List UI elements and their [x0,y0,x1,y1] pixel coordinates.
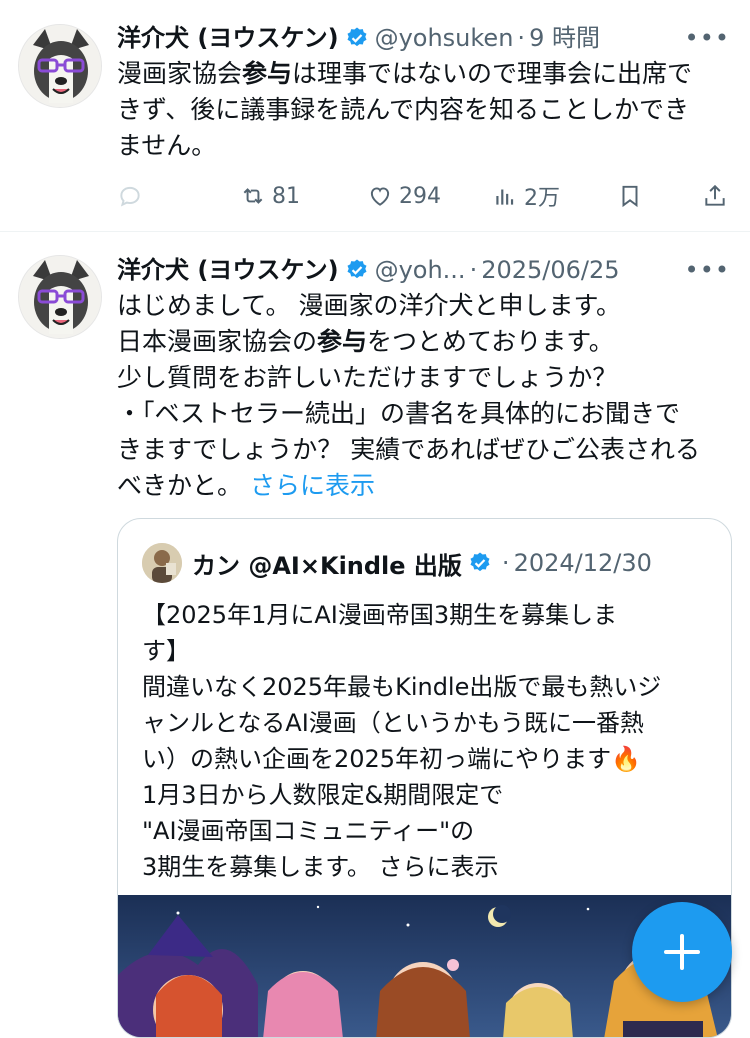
author-handle[interactable]: @yoh... [375,253,466,287]
avatar [142,543,182,583]
more-options-icon[interactable]: ••• [685,253,730,287]
verified-badge-icon [347,259,367,279]
quoted-author-name[interactable]: カン @AI×Kindle 出版 [192,546,462,581]
verified-badge-icon [470,552,490,572]
quoted-line: ャンルとなるAI漫画（というかもう既に一番熱 [142,709,645,737]
separator-dot: · [501,549,510,577]
author-handle[interactable]: @yohsuken [375,21,514,55]
author-name[interactable]: 洋介犬 (ヨウスケン) [117,253,339,287]
verified-badge-icon [347,27,367,47]
analytics-icon [496,189,514,205]
tweet-text: はじめまして。 漫画家の洋介犬と申します。 日本漫画家協会の参与をつとめておりま… [117,288,728,504]
tweet-line: 少し質問をお許しいただけますでしょうか？ [117,363,618,392]
quoted-line: い）の熱い企画を2025年初っ端にやります🔥 [142,745,641,773]
quoted-line: "AI漫画帝国コミュニティー"の [142,817,475,845]
reply-button[interactable] [117,179,149,213]
quoted-line: 【2025年1月にAI漫画帝国3期生を募集しま [142,601,618,629]
tweet-line: 日本漫画家協会の参与をつとめております。 [117,327,614,356]
separator-dot: · [469,256,478,284]
tweet-text: 漫画家協会参与は理事ではないので理事会に出席で きず、後に議事録を読んで内容を知… [117,56,728,164]
quoted-line: 間違いなく2025年最もKindle出版で最も熱いジ [142,673,662,701]
heart-icon [370,187,390,206]
compose-post-button[interactable] [632,902,732,1002]
tweet[interactable]: 洋介犬 (ヨウスケン) @yoh... · 2025/06/25 ••• はじめ… [0,232,750,1038]
tweet-line: べきかと。 さらに表示 [117,471,375,500]
like-button[interactable]: 294 [367,179,441,213]
husky-avatar-icon [19,25,101,107]
quoted-tweet-header: カン @AI×Kindle 出版 · 2024/12/30 [142,543,721,583]
tweet-line: ・「ベストセラー続出」の書名を具体的にお聞きで [117,399,681,428]
share-button[interactable] [702,179,728,213]
quoted-show-more[interactable]: さらに表示 [379,853,499,881]
show-more-link[interactable]: さらに表示 [250,471,375,500]
bookmark-icon [622,185,638,208]
tweet-actions: 81 294 2万 [117,179,732,213]
retweet-icon [243,188,263,204]
tweet-line: ません。 [117,131,217,160]
quoted-line: す】 [142,637,190,665]
share-icon [705,184,725,206]
author-name[interactable]: 洋介犬 (ヨウスケン) [117,21,339,55]
timestamp[interactable]: 2025/06/25 [481,253,619,287]
retweet-button[interactable]: 81 [240,179,300,213]
views-button[interactable]: 2万 [492,179,560,213]
separator-dot: · [517,24,526,52]
quoted-line: 3期生を募集します。 さらに表示 [142,853,499,881]
person-avatar-icon [142,543,182,583]
like-count: 294 [399,183,441,209]
quoted-tweet-text: 【2025年1月にAI漫画帝国3期生を募集しま す】 間違いなく2025年最もK… [142,597,713,885]
avatar[interactable] [18,255,102,339]
tweet-line: はじめまして。 漫画家の洋介犬と申します。 [117,291,621,320]
retweet-count: 81 [272,183,300,209]
quoted-line: 1月3日から人数限定&期間限定で [142,781,504,809]
tweet[interactable]: 洋介犬 (ヨウスケン) @yohsuken · 9 時間 ••• 漫画家協会参与… [0,0,750,232]
quoted-timestamp: 2024/12/30 [513,549,652,577]
more-options-icon[interactable]: ••• [685,21,730,55]
view-count: 2万 [524,186,560,211]
tweet-header: 洋介犬 (ヨウスケン) @yohsuken · 9 時間 ••• [117,21,750,55]
tweet-line: きず、後に議事録を読んで内容を知ることしかでき [117,95,690,124]
avatar[interactable] [18,24,102,108]
bookmark-button[interactable] [617,179,643,213]
tweet-line: きますでしょうか？ 実績であればぜひご公表される [117,435,700,464]
timestamp[interactable]: 9 時間 [529,21,600,55]
tweet-line: 漫画家協会参与は理事ではないので理事会に出席で [117,59,693,88]
reply-icon [120,186,140,207]
tweet-header: 洋介犬 (ヨウスケン) @yoh... · 2025/06/25 ••• [117,253,750,287]
plus-icon [664,934,700,970]
husky-avatar-icon [19,256,101,338]
